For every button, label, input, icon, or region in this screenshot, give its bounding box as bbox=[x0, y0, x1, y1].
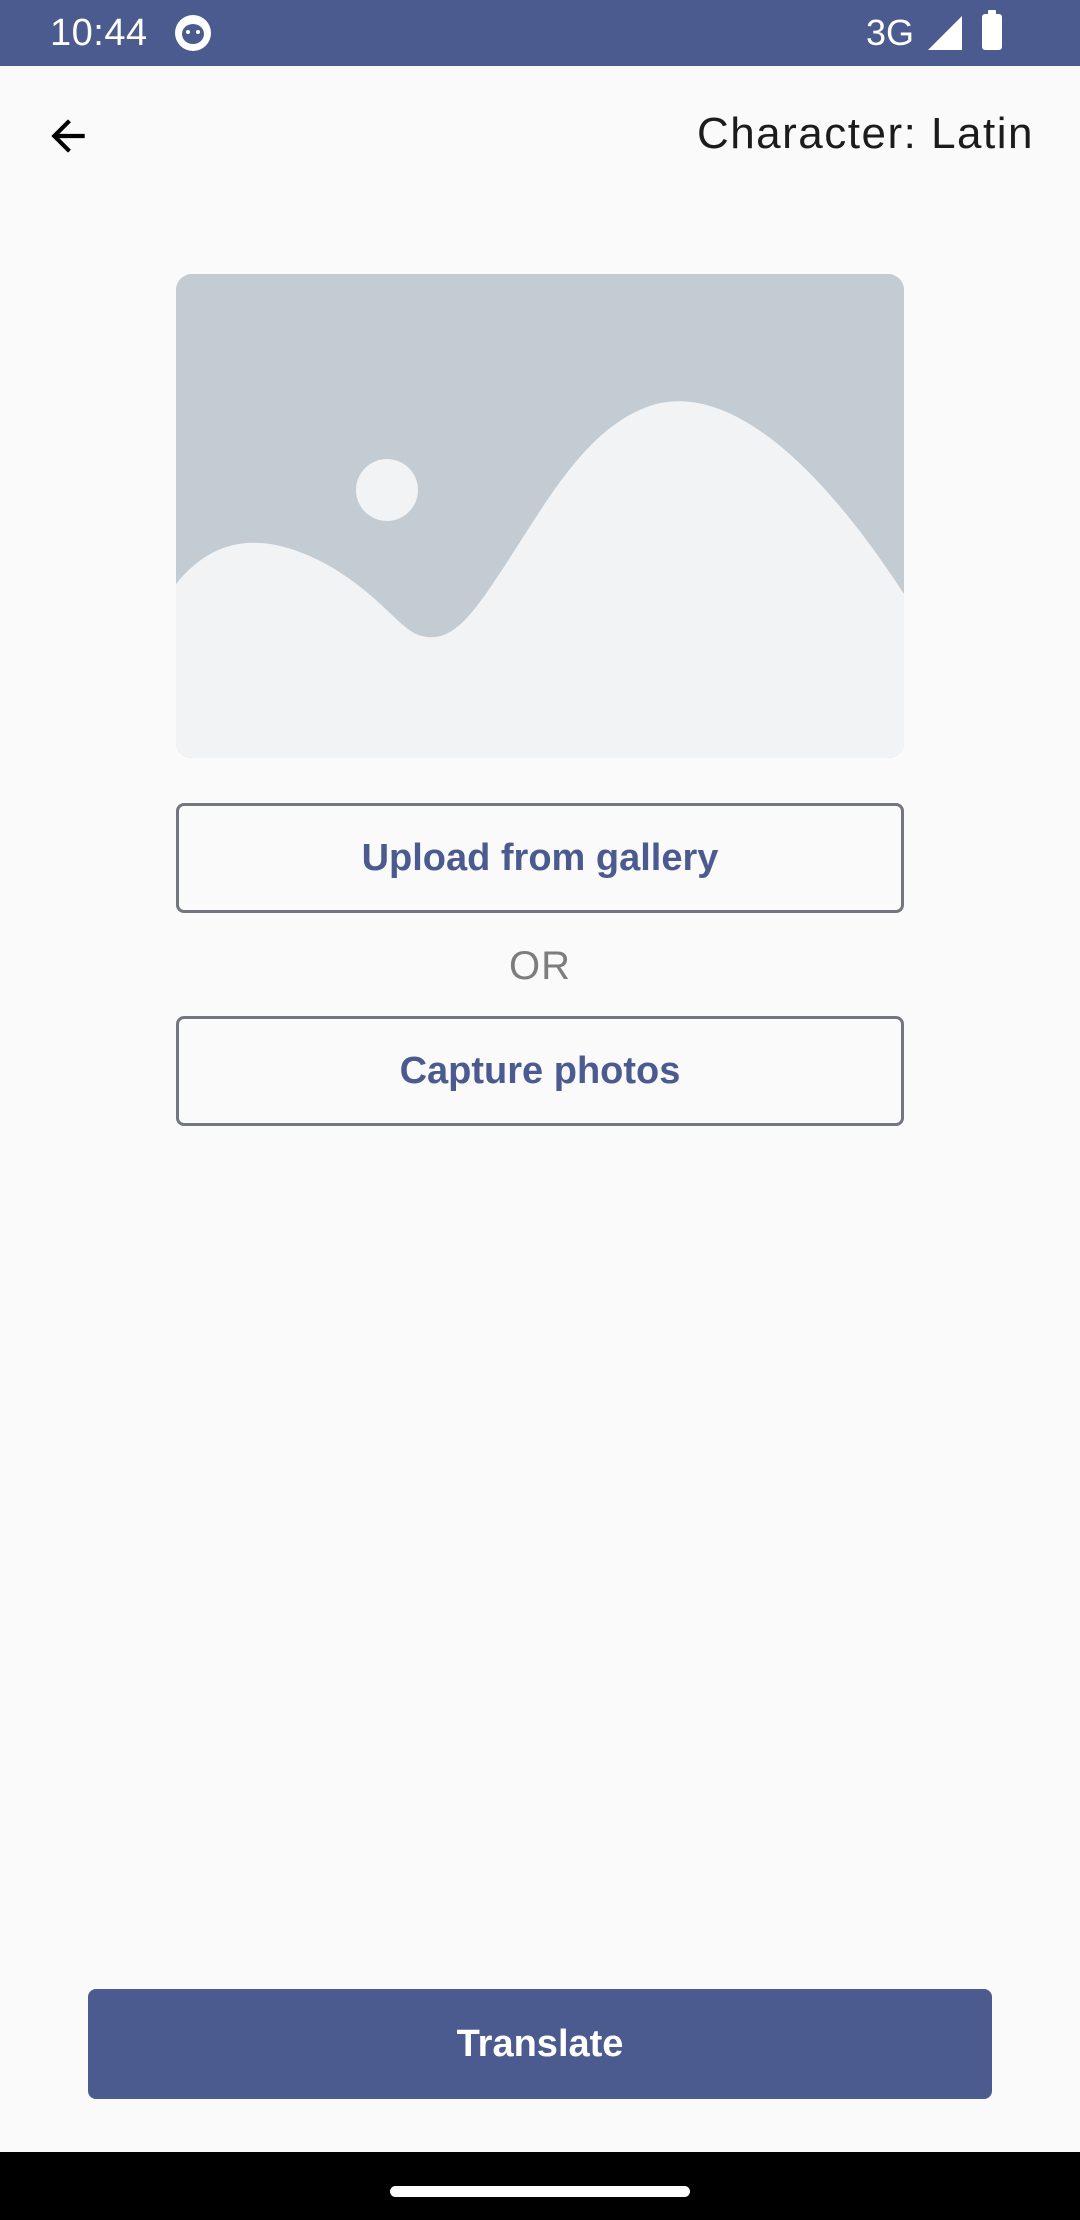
back-button[interactable] bbox=[28, 96, 108, 176]
arrow-back-icon bbox=[51, 119, 85, 153]
home-gesture-handle[interactable] bbox=[390, 2186, 690, 2197]
network-type: 3G bbox=[866, 12, 915, 53]
image-placeholder-icon bbox=[176, 274, 904, 758]
signal-icon bbox=[928, 16, 962, 50]
screen: 10:44 3G Character: Latin Upload from ga… bbox=[0, 0, 1080, 2220]
page-title: Character: Latin bbox=[696, 109, 1034, 158]
upload-from-gallery-button[interactable]: Upload from gallery bbox=[176, 803, 904, 913]
battery-icon bbox=[982, 10, 1002, 50]
or-separator: OR bbox=[509, 944, 571, 988]
app-notification-icon bbox=[175, 15, 211, 51]
status-bar: 10:44 3G bbox=[0, 0, 1080, 66]
image-preview bbox=[176, 274, 904, 758]
navigation-bar bbox=[0, 2152, 1080, 2220]
status-time: 10:44 bbox=[50, 12, 148, 54]
capture-photos-button[interactable]: Capture photos bbox=[176, 1016, 904, 1126]
translate-button[interactable]: Translate bbox=[88, 1989, 992, 2099]
